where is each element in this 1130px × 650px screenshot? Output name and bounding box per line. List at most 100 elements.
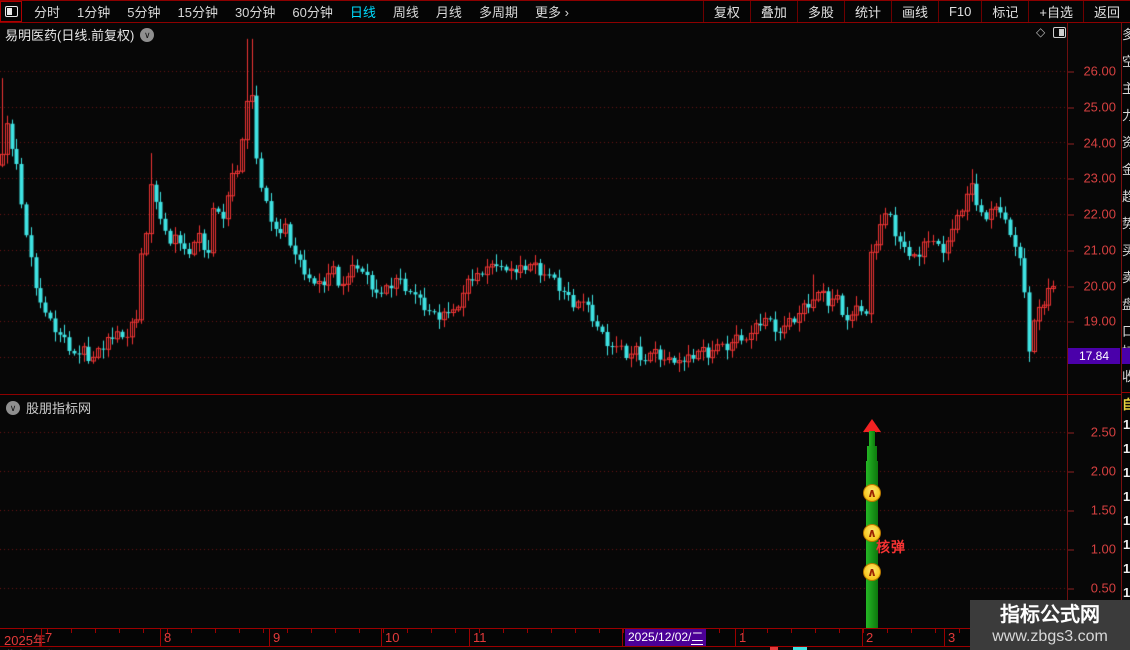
toolbar-button[interactable]: 叠加	[749, 1, 797, 22]
indicator-panel-canvas[interactable]	[0, 395, 1067, 628]
toolbar-button[interactable]: F10	[937, 1, 981, 22]
month-label: 10	[385, 630, 400, 645]
month-divider	[622, 628, 623, 647]
price-axis-line	[1067, 23, 1068, 646]
period-tab[interactable]: 1分钟	[77, 2, 110, 21]
toolbar-right-buttons: 复权 叠加 多股 统计 画线 F10 标记 +自选 返回	[702, 1, 1130, 22]
month-label: 2	[866, 630, 874, 645]
period-tab[interactable]: 日线	[350, 2, 376, 21]
period-tab[interactable]: 周线	[393, 2, 419, 21]
clipped-digit: 1	[1123, 513, 1130, 528]
indicator-axis-label: 0.50	[1068, 581, 1116, 596]
trading-app-window: 分时 1分钟 5分钟 15分钟 30分钟 60分钟 日线 周线 月线 多周期 更多 › 复权 叠加多…	[0, 0, 1130, 650]
month-divider	[735, 628, 736, 647]
current-price-badge: 17.84	[1068, 348, 1120, 364]
chart-corner-icons: ◇	[1036, 26, 1067, 38]
collapse-chevron-icon[interactable]: ∨	[6, 400, 20, 415]
pane-split-icon[interactable]	[1053, 26, 1067, 38]
month-divider	[944, 628, 945, 647]
clipped-right-panel: 多空主力资金趋势买卖盘口持收 自 11111111	[1121, 23, 1130, 600]
toolbar-button[interactable]: 返回	[1082, 1, 1130, 22]
price-axis-label: 24.00	[1068, 136, 1116, 151]
clipped-digit: 1	[1123, 465, 1130, 480]
month-divider	[160, 628, 161, 647]
clipped-divider	[1122, 392, 1130, 393]
signal-label: 核弹	[876, 539, 906, 555]
clipped-glyph: 买	[1122, 244, 1130, 258]
rocket-column-mid	[867, 446, 877, 461]
price-axis-label: 22.00	[1068, 207, 1116, 222]
clipped-digit: 1	[1123, 417, 1130, 432]
clipped-digit: 1	[1123, 561, 1130, 576]
month-label: 11	[473, 630, 487, 645]
period-tab[interactable]: 30分钟	[235, 2, 275, 21]
toolbar-button[interactable]: 复权	[702, 1, 750, 22]
period-tab[interactable]: 多周期	[479, 2, 518, 21]
indicator-axis-label: 2.50	[1068, 425, 1116, 440]
period-tab[interactable]: 15分钟	[177, 2, 217, 21]
collapse-chevron-icon[interactable]: ∨	[140, 27, 155, 42]
toolbar-button[interactable]: +自选	[1028, 1, 1083, 22]
clipped-glyph: 空	[1122, 55, 1130, 69]
month-label: 1	[739, 630, 747, 645]
split-window-icon	[4, 6, 18, 17]
layout-toggle-button[interactable]	[0, 1, 22, 22]
indicator-axis-label: 1.00	[1068, 542, 1116, 557]
clipped-glyph: 资	[1122, 136, 1130, 150]
price-axis-label: 26.00	[1068, 64, 1116, 79]
month-divider	[862, 628, 863, 647]
diamond-icon[interactable]: ◇	[1036, 26, 1045, 38]
clipped-glyph: 盘	[1122, 298, 1130, 312]
price-axis-label: 23.00	[1068, 171, 1116, 186]
chart-title-row: 易明医药(日线.前复权) ∨	[5, 25, 155, 44]
price-axis-label: 21.00	[1068, 243, 1116, 258]
watermark-title: 指标公式网	[1000, 604, 1100, 626]
selected-date: 2025/12/02/	[628, 630, 692, 644]
chart-title: 易明医药(日线.前复权)	[5, 28, 135, 43]
chevron-up-marker-icon: ∧	[863, 484, 881, 502]
selected-date-badge: 2025/12/02/二	[625, 629, 707, 646]
clipped-tab-label: 自	[1122, 394, 1130, 413]
clipped-glyph: 口	[1122, 325, 1130, 339]
month-label: 3	[948, 630, 956, 645]
month-divider	[469, 628, 470, 647]
month-divider	[269, 628, 270, 647]
clipped-digit: 1	[1123, 441, 1130, 456]
clipped-digit: 1	[1123, 489, 1130, 504]
period-tab[interactable]: 60分钟	[292, 2, 332, 21]
clipped-glyph: 收	[1122, 370, 1130, 384]
more-menu[interactable]: 更多 ›	[535, 2, 569, 21]
clipped-glyph: 趋	[1122, 190, 1130, 204]
indicator-watermark-label: 股朋指标网	[26, 401, 92, 416]
month-divider	[381, 628, 382, 647]
period-tabs: 分时 1分钟 5分钟 15分钟 30分钟 60分钟 日线 周线 月线 多周期	[22, 2, 518, 21]
month-label: 7	[45, 630, 53, 645]
price-axis-label: 20.00	[1068, 279, 1116, 294]
clipped-digit: 1	[1123, 585, 1130, 600]
selected-weekday: 二	[691, 630, 704, 645]
month-label: 9	[273, 630, 281, 645]
watermark-url: www.zbgs3.com	[992, 628, 1108, 645]
price-axis-label: 25.00	[1068, 100, 1116, 115]
clipped-glyph: 卖	[1122, 271, 1130, 285]
period-tab[interactable]: 分时	[34, 2, 60, 21]
period-tab[interactable]: 5分钟	[127, 2, 160, 21]
month-divider	[41, 628, 42, 647]
clipped-glyph: 多	[1122, 28, 1130, 42]
toolbar-button[interactable]: 画线	[890, 1, 938, 22]
main-chart-canvas[interactable]	[0, 23, 1067, 394]
site-watermark: 指标公式网 www.zbgs3.com	[970, 600, 1130, 650]
toolbar-button[interactable]: 标记	[981, 1, 1028, 22]
top-toolbar: 分时 1分钟 5分钟 15分钟 30分钟 60分钟 日线 周线 月线 多周期 更多 › 复权 叠加多…	[0, 0, 1130, 23]
indicator-header: ∨ 股朋指标网	[6, 398, 91, 417]
toolbar-button[interactable]: 统计	[843, 1, 891, 22]
clipped-glyph: 力	[1122, 109, 1130, 123]
clipped-glyph: 主	[1122, 82, 1130, 96]
indicator-axis-label: 2.00	[1068, 464, 1116, 479]
indicator-axis-label: 1.50	[1068, 503, 1116, 518]
clipped-digit: 1	[1123, 537, 1130, 552]
clipped-glyph: 势	[1122, 217, 1130, 231]
period-tab[interactable]: 月线	[436, 2, 462, 21]
toolbar-button[interactable]: 多股	[796, 1, 844, 22]
rocket-column-tip	[869, 431, 875, 446]
